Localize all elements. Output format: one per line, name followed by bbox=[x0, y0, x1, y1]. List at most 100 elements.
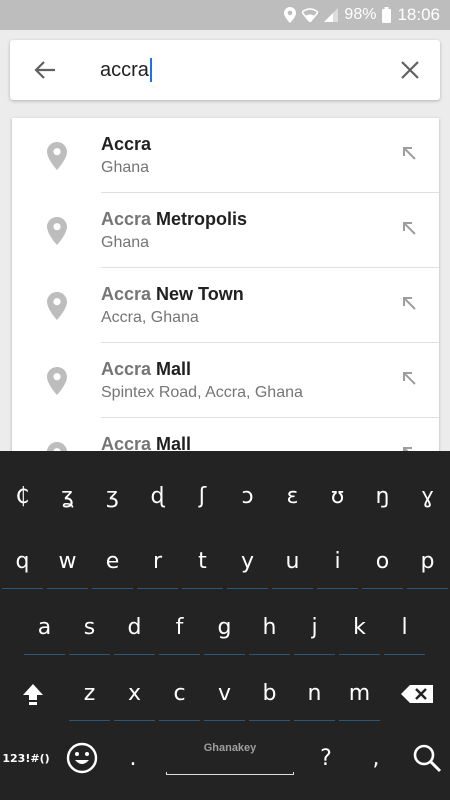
wifi-icon bbox=[302, 8, 319, 22]
suggestion-title-match: Accra bbox=[101, 284, 152, 304]
suggestion-subtitle: Ghana bbox=[101, 234, 150, 251]
key[interactable]: ŋ bbox=[360, 469, 405, 523]
fill-query-button[interactable] bbox=[379, 193, 439, 267]
arrow-up-left-icon bbox=[403, 372, 416, 385]
key[interactable]: x bbox=[114, 667, 155, 721]
suggestion-item[interactable]: Accra Mall Spintex Road, Accra, Ghana bbox=[12, 343, 439, 418]
suggestion-item[interactable]: Accra Ghana bbox=[12, 118, 439, 193]
keyboard-row-2: a s d f g h j k l bbox=[0, 601, 450, 667]
key[interactable]: s bbox=[69, 601, 110, 655]
key[interactable]: q bbox=[2, 535, 43, 589]
key[interactable]: ɔ bbox=[225, 469, 270, 523]
map-pin-icon bbox=[46, 292, 67, 320]
shift-key[interactable] bbox=[2, 667, 64, 721]
key[interactable]: m bbox=[339, 667, 380, 721]
emoji-key[interactable] bbox=[58, 731, 106, 785]
map-pin-icon bbox=[46, 367, 67, 395]
key[interactable]: ₵ bbox=[0, 469, 45, 523]
key[interactable]: t bbox=[182, 535, 223, 589]
search-query-text: accra bbox=[100, 58, 149, 81]
key[interactable]: v bbox=[204, 667, 245, 721]
key[interactable]: o bbox=[362, 535, 403, 589]
suggestion-item[interactable]: Accra New Town Accra, Ghana bbox=[12, 268, 439, 343]
keyboard-special-row: ₵ ʓ ʒ ɖ ʃ ɔ ɛ ʊ ŋ ɣ bbox=[0, 469, 450, 535]
search-key[interactable] bbox=[403, 731, 450, 785]
key[interactable]: w bbox=[47, 535, 88, 589]
fill-query-button[interactable] bbox=[379, 118, 439, 192]
search-input[interactable]: accra bbox=[80, 58, 380, 82]
suggestion-item[interactable]: Accra Metropolis Ghana bbox=[12, 193, 439, 268]
arrow-left-icon bbox=[34, 61, 55, 79]
map-pin-icon bbox=[46, 217, 67, 245]
key[interactable]: r bbox=[137, 535, 178, 589]
suggestion-title-match: Accra bbox=[101, 359, 152, 379]
backspace-key[interactable] bbox=[386, 667, 448, 721]
space-key-label: Ghanakey bbox=[203, 741, 257, 754]
key[interactable]: ɖ bbox=[135, 469, 180, 523]
key[interactable]: j bbox=[294, 601, 335, 655]
suggestion-subtitle: Accra, Ghana bbox=[101, 309, 199, 326]
arrow-up-left-icon bbox=[403, 297, 416, 310]
fill-query-button[interactable] bbox=[379, 343, 439, 417]
key[interactable]: e bbox=[92, 535, 133, 589]
keyboard: ₵ ʓ ʒ ɖ ʃ ɔ ɛ ʊ ŋ ɣ q w e r t y u i o p … bbox=[0, 451, 450, 800]
suggestion-title-match: Accra bbox=[101, 209, 152, 229]
suggestion-subtitle: Ghana bbox=[101, 159, 150, 176]
back-button[interactable] bbox=[10, 40, 80, 100]
battery-icon bbox=[382, 7, 392, 23]
location-icon bbox=[284, 7, 297, 23]
close-icon bbox=[401, 61, 419, 79]
period-key[interactable]: . bbox=[112, 731, 154, 785]
key[interactable]: k bbox=[339, 601, 380, 655]
backspace-icon bbox=[401, 685, 433, 703]
key[interactable]: ʓ bbox=[45, 469, 90, 523]
clock: 18:06 bbox=[397, 5, 440, 24]
comma-key[interactable]: , bbox=[355, 731, 397, 785]
keyboard-row-3: z x c v b n m bbox=[0, 667, 450, 733]
key[interactable]: i bbox=[317, 535, 358, 589]
suggestion-subtitle: Spintex Road, Accra, Ghana bbox=[101, 384, 303, 401]
arrow-up-left-icon bbox=[403, 222, 416, 235]
key[interactable]: h bbox=[249, 601, 290, 655]
key[interactable]: ʒ bbox=[90, 469, 135, 523]
key[interactable]: ʊ bbox=[315, 469, 360, 523]
key[interactable]: p bbox=[407, 535, 448, 589]
symbols-key[interactable]: 123!#() bbox=[0, 731, 52, 785]
key[interactable]: y bbox=[227, 535, 268, 589]
key[interactable]: n bbox=[294, 667, 335, 721]
key[interactable]: ʃ bbox=[180, 469, 225, 523]
search-bar: accra bbox=[10, 40, 440, 100]
key[interactable]: ɛ bbox=[270, 469, 315, 523]
suggestion-title-match: Accra bbox=[101, 134, 152, 154]
key[interactable]: ɣ bbox=[405, 469, 450, 523]
key[interactable]: f bbox=[159, 601, 200, 655]
suggestion-title-rest: New Town bbox=[151, 284, 244, 304]
arrow-up-left-icon bbox=[403, 147, 416, 160]
signal-icon bbox=[324, 8, 339, 22]
suggestion-title: Accra Mall bbox=[101, 358, 379, 380]
suggestions-list: Accra Ghana Accra Metropolis Ghana Accra… bbox=[12, 118, 439, 458]
key[interactable]: g bbox=[204, 601, 245, 655]
space-key[interactable]: Ghanakey bbox=[160, 731, 300, 785]
key[interactable]: d bbox=[114, 601, 155, 655]
map-pin-icon bbox=[46, 142, 67, 170]
key[interactable]: l bbox=[384, 601, 425, 655]
status-bar: 98% 18:06 bbox=[0, 0, 450, 30]
suggestion-title-rest: Metropolis bbox=[151, 209, 248, 229]
key[interactable]: u bbox=[272, 535, 313, 589]
key[interactable]: b bbox=[249, 667, 290, 721]
search-icon bbox=[413, 744, 441, 773]
space-bar-glyph bbox=[166, 771, 294, 775]
shift-icon bbox=[23, 684, 43, 705]
clear-button[interactable] bbox=[380, 40, 440, 100]
key[interactable]: z bbox=[69, 667, 110, 721]
question-key[interactable]: ? bbox=[305, 731, 347, 785]
keyboard-bottom-row: 123!#() . Ghanakey ? , bbox=[0, 731, 450, 797]
fill-query-button[interactable] bbox=[379, 268, 439, 342]
suggestion-title: Accra Metropolis bbox=[101, 208, 379, 230]
text-caret bbox=[149, 58, 152, 82]
emoji-icon bbox=[66, 742, 98, 774]
key[interactable]: c bbox=[159, 667, 200, 721]
suggestion-title: Accra bbox=[101, 133, 379, 155]
key[interactable]: a bbox=[24, 601, 65, 655]
